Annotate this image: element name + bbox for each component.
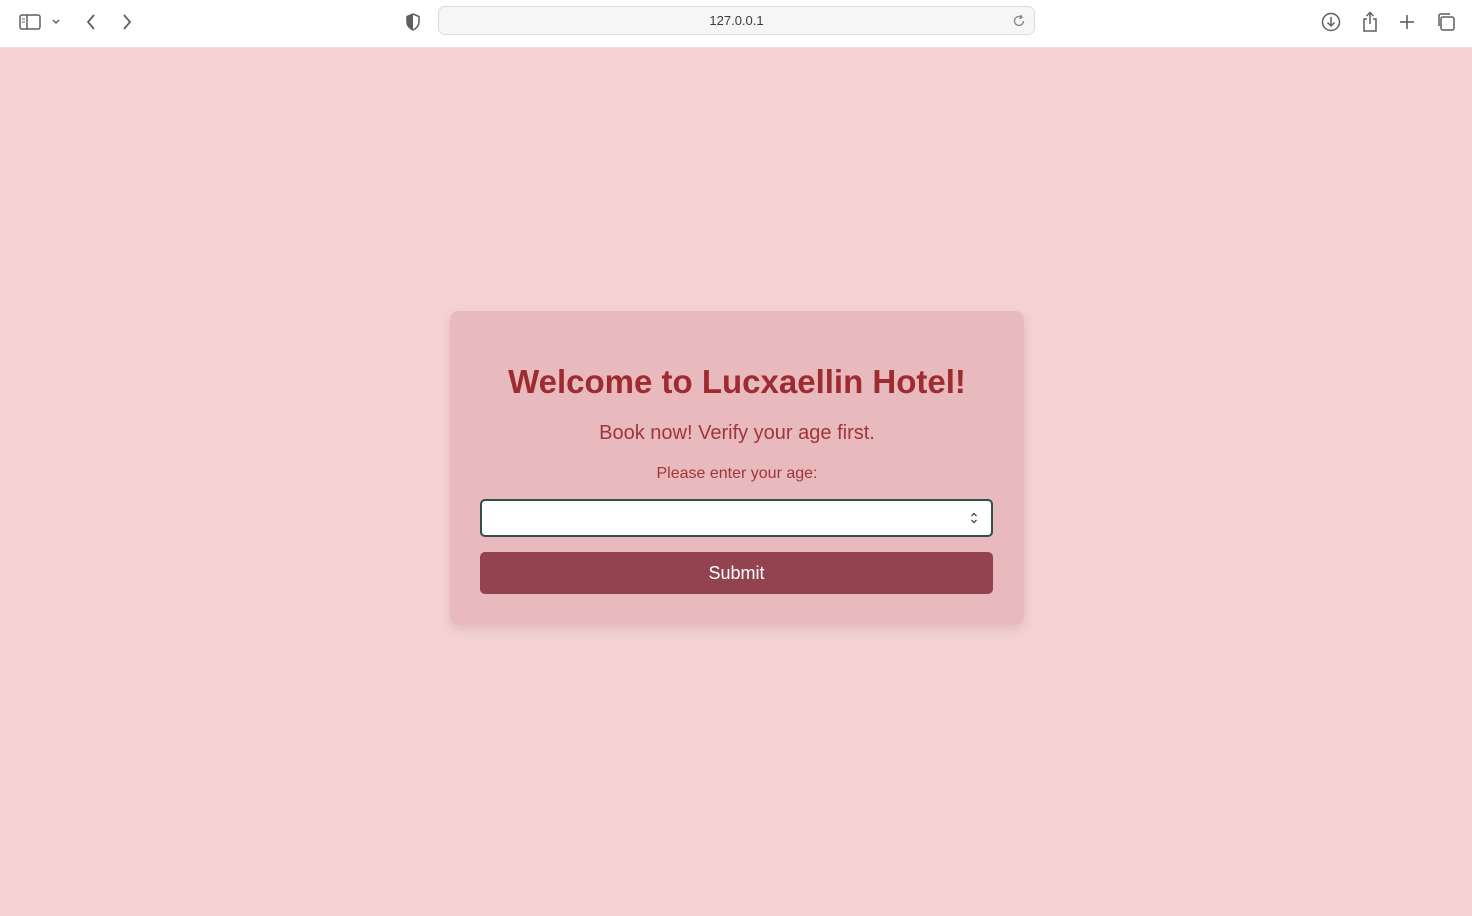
share-icon[interactable] (1358, 10, 1382, 34)
age-input[interactable] (482, 501, 991, 535)
browser-toolbar: 127.0.0.1 (0, 0, 1472, 48)
reload-icon[interactable] (1010, 12, 1028, 30)
submit-button[interactable]: Submit (480, 552, 993, 594)
tabs-icon[interactable] (1434, 10, 1458, 34)
page-title: Welcome to Lucxaellin Hotel! (508, 363, 966, 400)
url-text: 127.0.0.1 (709, 13, 764, 28)
age-verification-card: Welcome to Lucxaellin Hotel! Book now! V… (450, 311, 1024, 625)
chevron-down-icon[interactable] (46, 10, 66, 34)
back-arrow-icon[interactable] (79, 10, 103, 34)
age-input-container (480, 499, 993, 537)
address-bar[interactable]: 127.0.0.1 (438, 6, 1035, 35)
plus-icon[interactable] (1395, 10, 1419, 34)
sidebar-icon[interactable] (18, 10, 42, 34)
download-icon[interactable] (1319, 10, 1343, 34)
forward-arrow-icon[interactable] (115, 10, 139, 34)
page-subtitle: Book now! Verify your age first. (599, 422, 875, 444)
number-stepper-icon[interactable] (969, 510, 979, 526)
age-label: Please enter your age: (656, 465, 818, 482)
shield-icon[interactable] (401, 10, 425, 34)
